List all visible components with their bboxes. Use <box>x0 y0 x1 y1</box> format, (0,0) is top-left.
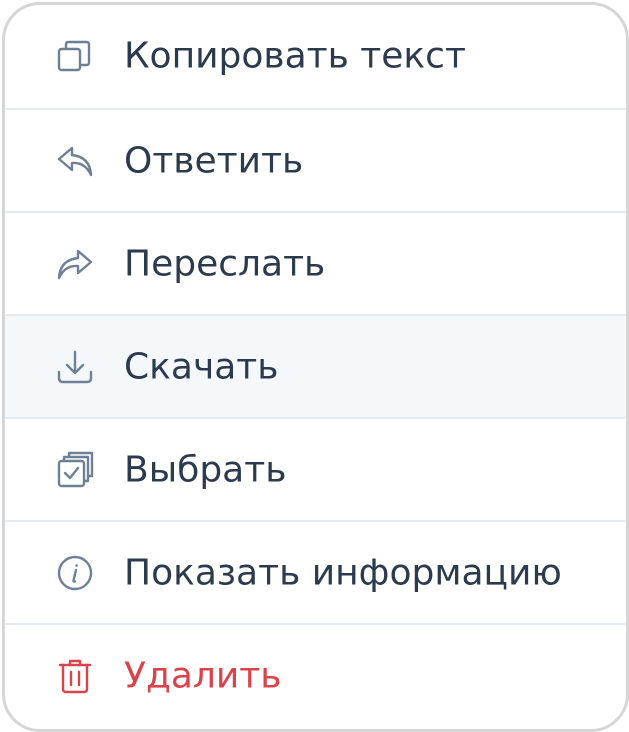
menu-item-show-info[interactable]: Показать информацию <box>5 522 626 625</box>
menu-item-copy-text[interactable]: Копировать текст <box>5 5 626 108</box>
menu-item-label: Копировать текст <box>124 34 466 76</box>
trash-icon <box>55 656 95 696</box>
download-icon <box>55 347 95 387</box>
menu-item-label: Переслать <box>124 242 326 284</box>
menu-item-delete[interactable]: Удалить <box>5 625 626 728</box>
menu-item-label: Выбрать <box>124 448 287 490</box>
menu-item-reply[interactable]: Ответить <box>5 110 626 213</box>
menu-item-download[interactable]: Скачать <box>5 316 626 419</box>
menu-item-label: Удалить <box>124 654 282 696</box>
forward-icon <box>55 244 95 284</box>
menu-item-label: Ответить <box>124 139 304 181</box>
reply-icon <box>55 141 95 181</box>
menu-item-label: Скачать <box>124 345 279 387</box>
menu-item-label: Показать информацию <box>124 551 562 593</box>
menu-item-forward[interactable]: Переслать <box>5 213 626 316</box>
select-icon <box>55 450 95 490</box>
info-icon <box>55 553 95 593</box>
context-menu: Копировать текст Ответить Переслать Скач… <box>2 2 629 732</box>
copy-icon <box>55 36 95 76</box>
menu-item-select[interactable]: Выбрать <box>5 419 626 522</box>
